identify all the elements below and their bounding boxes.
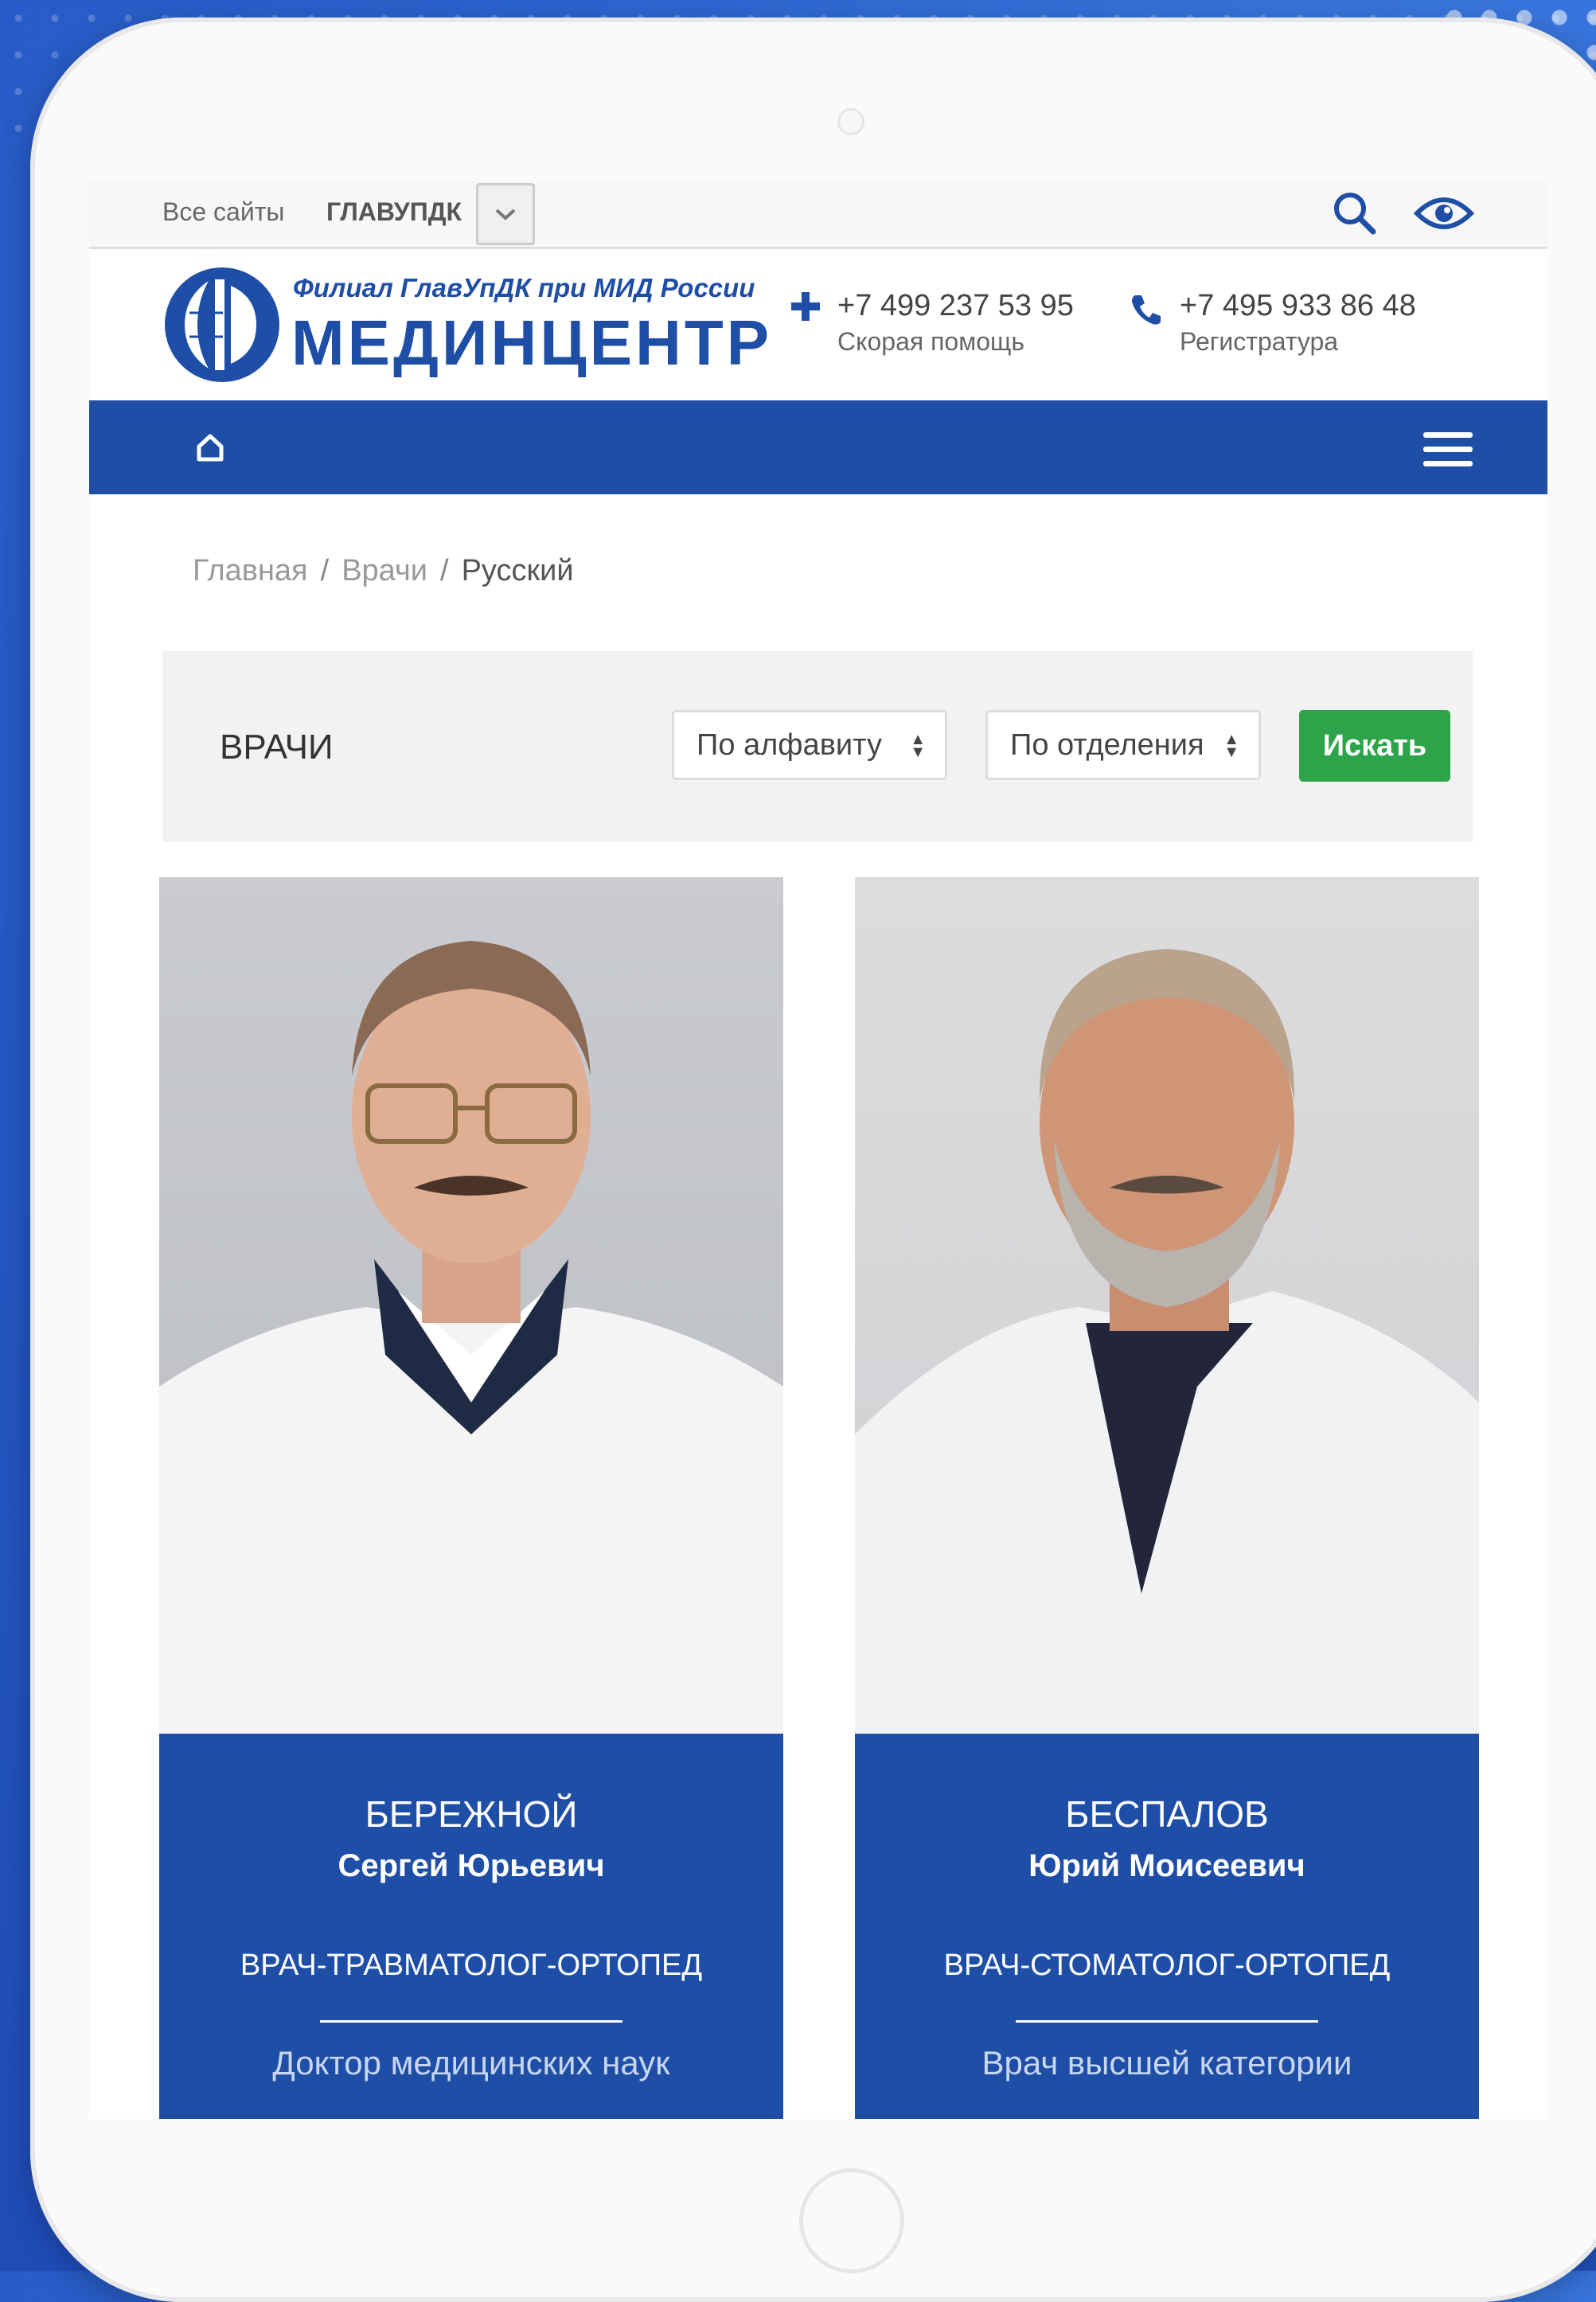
doctor-photo[interactable] <box>855 877 1479 1734</box>
org-link[interactable]: ГЛАВУПДК <box>326 197 462 227</box>
logo-emblem-icon[interactable] <box>162 265 282 384</box>
all-sites-link[interactable]: Все сайты <box>162 197 284 227</box>
select-arrows-icon: ▲ ▼ <box>910 731 926 761</box>
doctor-degree: Доктор медицинских наук <box>272 2044 670 2082</box>
sites-dropdown-button[interactable] <box>476 183 535 245</box>
registry-phone-label: Регистратура <box>1180 327 1339 356</box>
phone-icon <box>1132 295 1161 325</box>
breadcrumb-current: Русский <box>461 554 574 587</box>
breadcrumb-separator: / <box>440 554 449 587</box>
department-select-value: По отделения <box>1010 728 1204 762</box>
filter-title: ВРАЧИ <box>220 728 334 767</box>
website-screen: Все сайты ГЛАВУПДК Филиал ГлавУпДК при М… <box>89 181 1547 2119</box>
top-utility-bar: Все сайты ГЛАВУПДК <box>89 181 1547 249</box>
doctor-card[interactable]: БЕСПАЛОВ Юрий Моисеевич ВРАЧ-СТОМАТОЛОГ-… <box>855 877 1479 2119</box>
emergency-phone[interactable]: +7 499 237 53 95 <box>837 289 1074 323</box>
logo-subtitle: Филиал ГлавУпДК при МИД России <box>293 273 755 302</box>
breadcrumb-home[interactable]: Главная <box>193 554 308 587</box>
doctor-photo[interactable] <box>159 877 783 1734</box>
site-header: Филиал ГлавУпДК при МИД России МЕДИНЦЕНТ… <box>89 249 1547 400</box>
breadcrumb-doctors[interactable]: Врачи <box>341 554 427 587</box>
registry-phone[interactable]: +7 495 933 86 48 <box>1180 289 1416 323</box>
doctor-specialty: ВРАЧ-ТРАВМАТОЛОГ-ОРТОПЕД <box>240 1949 703 1982</box>
doctor-given-names[interactable]: Сергей Юрьевич <box>159 1848 783 1884</box>
tablet-camera <box>837 108 864 135</box>
tablet-home-button <box>799 2168 904 2273</box>
sort-select[interactable]: По алфавиту ▲ ▼ <box>672 710 947 780</box>
department-select[interactable]: По отделения ▲ ▼ <box>985 710 1261 780</box>
search-icon[interactable] <box>1331 189 1379 237</box>
doctor-degree: Врач высшей категории <box>981 2044 1352 2082</box>
doctor-card[interactable]: БЕРЕЖНОЙ Сергей Юрьевич ВРАЧ-ТРАВМАТОЛОГ… <box>159 877 783 2119</box>
eye-icon[interactable] <box>1414 193 1474 234</box>
doctor-surname[interactable]: БЕРЕЖНОЙ <box>159 1793 783 1836</box>
doctor-given-names[interactable]: Юрий Моисеевич <box>855 1848 1479 1884</box>
chevron-down-icon <box>495 209 516 220</box>
doctor-specialty: ВРАЧ-СТОМАТОЛОГ-ОРТОПЕД <box>943 1949 1391 1982</box>
divider <box>320 2020 622 2023</box>
logo-title[interactable]: МЕДИНЦЕНТР <box>291 306 772 380</box>
main-nav-bar <box>89 400 1547 494</box>
breadcrumb-separator: / <box>320 554 330 587</box>
divider <box>1016 2020 1318 2023</box>
plus-icon <box>791 292 820 321</box>
select-arrows-icon: ▲ ▼ <box>1223 731 1239 761</box>
emergency-phone-label: Скорая помощь <box>837 327 1024 356</box>
sort-select-value: По алфавиту <box>697 728 882 762</box>
search-button[interactable]: Искать <box>1299 710 1450 782</box>
doctor-info: БЕСПАЛОВ Юрий Моисеевич ВРАЧ-СТОМАТОЛОГ-… <box>855 1734 1479 2119</box>
doctor-surname[interactable]: БЕСПАЛОВ <box>855 1793 1479 1836</box>
hamburger-icon[interactable] <box>1423 432 1473 475</box>
doctor-info: БЕРЕЖНОЙ Сергей Юрьевич ВРАЧ-ТРАВМАТОЛОГ… <box>159 1734 783 2119</box>
doctor-filter-panel: ВРАЧИ По алфавиту ▲ ▼ По отделения ▲ ▼ Иск… <box>162 651 1473 842</box>
home-icon[interactable] <box>194 432 226 464</box>
breadcrumb: Главная / Врачи / Русский <box>193 554 574 588</box>
